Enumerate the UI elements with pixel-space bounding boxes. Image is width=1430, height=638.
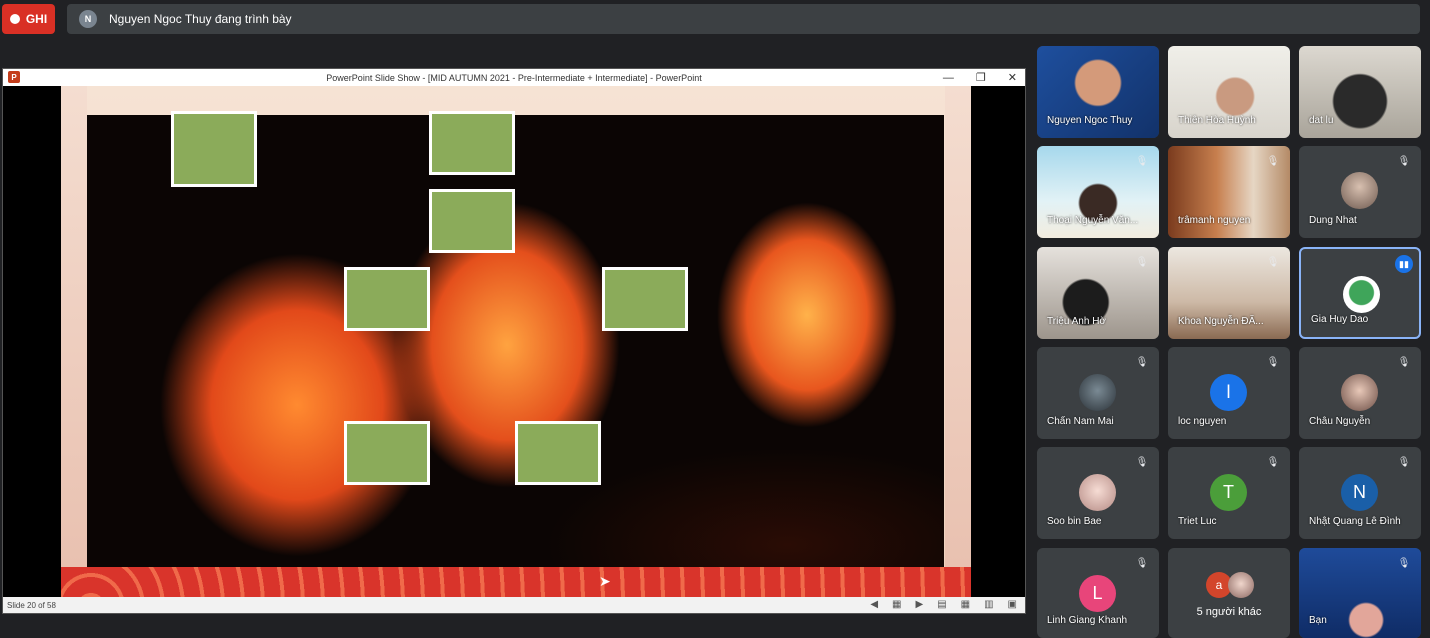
ppt-statusbar: Slide 20 of 58 ◀ ▦ ▶ ▤ ▦ ▥ ▣: [3, 597, 1025, 613]
avatar: [1079, 374, 1116, 411]
avatar: N: [1341, 474, 1378, 511]
next-slide-icon[interactable]: ▶: [915, 599, 923, 610]
mic-off-icon: 🎙: [1266, 256, 1280, 268]
participant-tile[interactable]: 🎙 N Nhật Quang Lê Đình: [1299, 447, 1421, 539]
avatar: T: [1210, 474, 1247, 511]
participant-tile[interactable]: 🎙 T Triet Luc: [1168, 447, 1290, 539]
participant-name: Chấn Nam Mai: [1047, 416, 1114, 427]
slide-sorter-icon[interactable]: ▦: [961, 599, 970, 610]
cover-box[interactable]: [171, 111, 257, 187]
mic-off-icon: 🎙: [1266, 356, 1280, 368]
record-dot-icon: [9, 14, 20, 24]
audio-level-icon: ▮▮: [1395, 255, 1413, 273]
participant-tile[interactable]: Nguyen Ngoc Thuy: [1037, 46, 1159, 138]
reading-view-icon[interactable]: ▥: [984, 599, 993, 610]
participant-name: dat lu: [1309, 115, 1334, 126]
participant-tile[interactable]: 🎙 Châu Nguyễn: [1299, 347, 1421, 439]
previous-slide-icon[interactable]: ◀: [870, 599, 878, 610]
mic-off-icon: 🎙: [1135, 155, 1149, 167]
participant-name: Soo bin Bae: [1047, 516, 1102, 527]
mic-off-icon: 🎙: [1397, 456, 1411, 468]
restore-icon[interactable]: ❐: [976, 71, 986, 84]
participant-tile[interactable]: 🎙 l loc nguyen: [1168, 347, 1290, 439]
mic-off-icon: 🎙: [1135, 456, 1149, 468]
cover-box[interactable]: [344, 421, 430, 485]
slide-border-left: [61, 86, 87, 599]
participant-tile[interactable]: 🎙 Thoại Nguyễn Văn...: [1037, 146, 1159, 238]
participant-name: loc nguyen: [1178, 416, 1227, 427]
participant-name: Thiên Hòa Huỳnh: [1178, 115, 1256, 126]
avatar: [1079, 474, 1116, 511]
ppt-titlebar: P PowerPoint Slide Show - [MID AUTUMN 20…: [3, 69, 1025, 86]
participant-tile[interactable]: 🎙 trâmanh nguyen: [1168, 146, 1290, 238]
slideshow-icon[interactable]: ▣: [1008, 599, 1017, 610]
participant-tile[interactable]: 🎙 Khoa Nguyễn ĐĂ...: [1168, 247, 1290, 339]
record-button[interactable]: GHI: [2, 4, 55, 34]
participant-name: trâmanh nguyen: [1178, 215, 1251, 226]
participant-name: Linh Giang Khanh: [1047, 615, 1128, 626]
participant-name: Nhật Quang Lê Đình: [1309, 516, 1401, 527]
koi-lantern-photo: [87, 111, 944, 567]
participant-name: Dung Nhat: [1309, 215, 1357, 226]
participant-name: Thoại Nguyễn Văn...: [1047, 215, 1139, 226]
self-tile[interactable]: 🎙 Bạn: [1299, 548, 1421, 638]
avatar: l: [1210, 374, 1247, 411]
participant-tile[interactable]: 🎙 L Linh Giang Khanh: [1037, 548, 1159, 638]
presenter-avatar: N: [79, 10, 97, 28]
participant-tile[interactable]: dat lu: [1299, 46, 1421, 138]
cover-box[interactable]: [515, 421, 601, 485]
slide-cloud-border: [61, 567, 971, 599]
mic-off-icon: 🎙: [1266, 456, 1280, 468]
mic-off-icon: 🎙: [1135, 557, 1149, 569]
slide-border-right: [945, 86, 971, 599]
mic-off-icon: 🎙: [1135, 356, 1149, 368]
cover-box[interactable]: [344, 267, 430, 331]
close-icon[interactable]: ✕: [1008, 71, 1017, 84]
avatar: [1228, 572, 1254, 598]
slide-content: ➤: [61, 86, 971, 599]
cover-box[interactable]: [429, 189, 515, 253]
mic-off-icon: 🎙: [1135, 256, 1149, 268]
participant-name: Triet Luc: [1178, 516, 1217, 527]
presentation-window[interactable]: P PowerPoint Slide Show - [MID AUTUMN 20…: [2, 68, 1026, 614]
slide-counter: Slide 20 of 58: [7, 600, 56, 610]
ppt-window-title: PowerPoint Slide Show - [MID AUTUMN 2021…: [326, 72, 702, 83]
presenter-text: Nguyen Ngoc Thuy đang trình bày: [109, 12, 292, 26]
mouse-pointer-icon: ➤: [599, 573, 611, 589]
participant-tile[interactable]: 🎙 Triệu Anh Hờ: [1037, 247, 1159, 339]
cover-box[interactable]: [429, 111, 515, 175]
participant-name: Nguyen Ngoc Thuy: [1047, 115, 1133, 126]
participant-tile[interactable]: 🎙 Dung Nhat: [1299, 146, 1421, 238]
avatar: [1341, 374, 1378, 411]
others-avatars: a: [1206, 572, 1254, 598]
participant-tile[interactable]: 🎙 Chấn Nam Mai: [1037, 347, 1159, 439]
participant-tile[interactable]: Thiên Hòa Huỳnh: [1168, 46, 1290, 138]
participant-name: Bạn: [1309, 615, 1327, 626]
avatar: [1343, 276, 1380, 313]
participant-tile[interactable]: 🎙 Soo bin Bae: [1037, 447, 1159, 539]
avatar: L: [1079, 575, 1116, 612]
participant-name: Khoa Nguyễn ĐĂ...: [1178, 316, 1264, 327]
mic-off-icon: 🎙: [1397, 557, 1411, 569]
presenter-banner: N Nguyen Ngoc Thuy đang trình bày: [67, 4, 1420, 34]
avatar: [1341, 172, 1378, 209]
participant-tile-speaking[interactable]: ▮▮ Gia Huy Dao: [1299, 247, 1421, 339]
participant-name: Gia Huy Dao: [1311, 314, 1369, 325]
mic-off-icon: 🎙: [1266, 155, 1280, 167]
minimize-icon[interactable]: —: [943, 72, 954, 84]
others-tile[interactable]: a 5 người khác: [1168, 548, 1290, 638]
record-label: GHI: [25, 12, 48, 26]
cover-box[interactable]: [602, 267, 688, 331]
participant-name: Châu Nguyễn: [1309, 416, 1371, 427]
participant-name: Triệu Anh Hờ: [1047, 316, 1106, 327]
mic-off-icon: 🎙: [1397, 155, 1411, 167]
slide-menu-icon[interactable]: ▦: [892, 599, 901, 610]
others-count: 5 người khác: [1196, 606, 1262, 618]
normal-view-icon[interactable]: ▤: [937, 599, 946, 610]
mic-off-icon: 🎙: [1397, 356, 1411, 368]
